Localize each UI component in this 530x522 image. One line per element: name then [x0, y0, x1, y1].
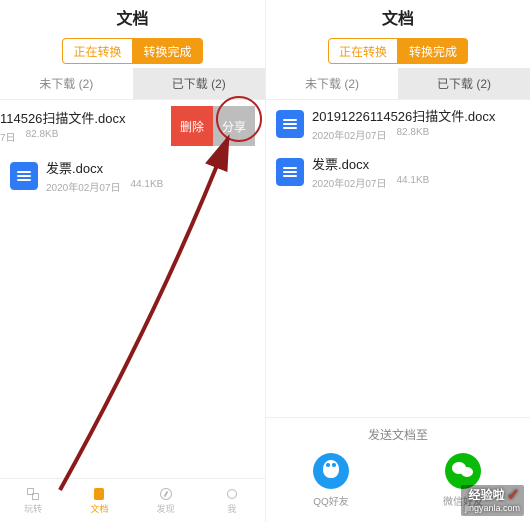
watermark-domain: jingyanla.com — [465, 504, 520, 514]
file-date: 7日 — [0, 129, 16, 144]
bottom-nav: 玩转 文档 发现 我 — [0, 478, 265, 522]
page-title: 文档 — [0, 0, 265, 34]
file-date: 2020年02月07日 — [312, 127, 387, 142]
tab-downloaded[interactable]: 已下载 (2) — [133, 68, 266, 99]
file-list: 114526扫描文件.docx 7日 82.8KB 删除 分享 发票.docx — [0, 100, 265, 478]
watermark: 经验啦 ✓ jingyanla.com — [461, 485, 524, 516]
tab-not-downloaded[interactable]: 未下载 (2) — [0, 68, 133, 99]
watermark-brand: 经验啦 — [469, 489, 505, 502]
seg-converting[interactable]: 正在转换 — [62, 38, 132, 64]
nav-discover[interactable]: 发现 — [133, 479, 199, 522]
nav-label: 发现 — [157, 502, 175, 515]
file-size: 82.8KB — [26, 129, 59, 144]
nav-label: 我 — [227, 502, 236, 515]
file-date: 2020年02月07日 — [312, 175, 387, 190]
share-qq[interactable]: QQ好友 — [313, 453, 349, 508]
file-name: 发票.docx — [46, 158, 255, 177]
screen-right: 文档 正在转换 转换完成 未下载 (2) 已下载 (2) 20191226114… — [265, 0, 530, 522]
list-item[interactable]: 发票.docx 2020年02月07日 44.1KB — [266, 148, 530, 196]
segmented-control: 正在转换 转换完成 — [266, 34, 530, 68]
share-button[interactable]: 分享 — [213, 106, 255, 146]
tab-not-downloaded[interactable]: 未下载 (2) — [266, 68, 398, 99]
page-title: 文档 — [266, 0, 530, 34]
seg-converting[interactable]: 正在转换 — [328, 38, 398, 64]
nav-play[interactable]: 玩转 — [0, 479, 66, 522]
file-size: 82.8KB — [397, 127, 430, 142]
tab-downloaded[interactable]: 已下载 (2) — [398, 68, 530, 99]
seg-done[interactable]: 转换完成 — [133, 38, 203, 64]
doc-icon — [276, 110, 304, 138]
nav-me[interactable]: 我 — [199, 479, 265, 522]
nav-doc[interactable]: 文档 — [66, 479, 132, 522]
doc-icon — [10, 162, 38, 190]
delete-button[interactable]: 删除 — [171, 106, 213, 146]
download-tabs: 未下载 (2) 已下载 (2) — [0, 68, 265, 100]
sheet-title: 发送文档至 — [266, 426, 530, 443]
download-tabs: 未下载 (2) 已下载 (2) — [266, 68, 530, 100]
nav-label: 文档 — [90, 502, 108, 515]
file-name: 20191226114526扫描文件.docx — [312, 106, 520, 125]
check-icon: ✓ — [507, 487, 520, 505]
file-size: 44.1KB — [131, 179, 164, 194]
list-item[interactable]: 20191226114526扫描文件.docx 2020年02月07日 82.8… — [266, 100, 530, 148]
nav-label: 玩转 — [24, 502, 42, 515]
file-date: 2020年02月07日 — [46, 179, 121, 194]
file-name: 114526扫描文件.docx — [0, 108, 171, 127]
screen-left: 文档 正在转换 转换完成 未下载 (2) 已下载 (2) 114526扫描文件.… — [0, 0, 265, 522]
swipe-actions: 删除 分享 — [171, 106, 255, 146]
file-name: 发票.docx — [312, 154, 520, 173]
doc-icon — [92, 487, 106, 501]
seg-done[interactable]: 转换完成 — [398, 38, 468, 64]
file-size: 44.1KB — [397, 175, 430, 190]
list-item[interactable]: 114526扫描文件.docx 7日 82.8KB 删除 分享 — [0, 100, 265, 152]
squares-icon — [26, 487, 40, 501]
list-item[interactable]: 发票.docx 2020年02月07日 44.1KB — [0, 152, 265, 200]
segmented-control: 正在转换 转换完成 — [0, 34, 265, 68]
share-label: QQ好友 — [313, 493, 349, 508]
person-icon — [225, 487, 239, 501]
doc-icon — [276, 158, 304, 186]
file-list: 20191226114526扫描文件.docx 2020年02月07日 82.8… — [266, 100, 530, 417]
compass-icon — [159, 487, 173, 501]
qq-icon — [313, 453, 349, 489]
